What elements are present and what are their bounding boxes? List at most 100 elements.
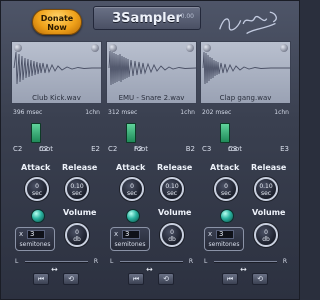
loop-button[interactable]: ⟲ — [158, 273, 174, 285]
release-unit: sec — [260, 190, 272, 197]
attack-label: Attack — [210, 163, 240, 172]
donate-label-line1: Donate — [40, 14, 74, 23]
root-key-slider[interactable] — [220, 123, 230, 143]
loop-icon: ⟲ — [257, 275, 263, 283]
pan-right-label: R — [93, 258, 98, 265]
waveform-display[interactable]: Clap gang.wav — [200, 41, 291, 104]
sample-channels: 1chn — [274, 109, 289, 116]
root-key-slider[interactable] — [31, 123, 41, 143]
semitones-input[interactable]: 3 — [216, 230, 234, 239]
release-knob[interactable]: 0.10 sec — [254, 177, 278, 201]
attack-value: 0 — [35, 183, 39, 190]
volume-unit: db — [262, 236, 270, 243]
semitones-control[interactable]: x 3 semitones — [204, 227, 244, 251]
pan-right-label: R — [188, 258, 193, 265]
loop-icon: ⟲ — [68, 275, 74, 283]
sample-channels: 1chn — [85, 109, 100, 116]
root-key-slider[interactable] — [126, 123, 136, 143]
key-high: E2 — [91, 145, 100, 153]
release-label: Release — [157, 163, 193, 172]
waveform-display[interactable]: EMU - Snare 2.wav — [106, 41, 197, 104]
semitones-control[interactable]: x 3 semitones — [110, 227, 150, 251]
attack-label: Attack — [21, 163, 51, 172]
waveform-graphic — [108, 50, 197, 86]
semitones-prefix: x — [114, 230, 119, 238]
prev-button[interactable]: ⏮ — [33, 273, 49, 285]
key-range — [200, 121, 291, 145]
volume-knob[interactable]: 0 db — [254, 223, 278, 247]
semitones-control[interactable]: x 3 semitones — [15, 227, 55, 251]
release-value: 0.10 — [259, 183, 273, 190]
attack-unit: sec — [220, 190, 232, 197]
transport-buttons: ⏮ ⟲ — [200, 273, 291, 287]
pan-left-label: L — [15, 258, 19, 265]
pan-left-label: L — [110, 258, 114, 265]
channel-2: EMU - Snare 2.wav 312 msec 1chn C2 root … — [106, 41, 197, 299]
release-label: Release — [251, 163, 287, 172]
key-range — [106, 121, 197, 145]
semitones-label: semitones — [114, 241, 146, 248]
pan-track[interactable] — [214, 261, 277, 263]
key-labels: C3 root C3 E3 — [200, 145, 291, 155]
root-note: F2 — [134, 145, 143, 153]
attack-label: Attack — [116, 163, 146, 172]
release-unit: sec — [71, 190, 83, 197]
attack-knob[interactable]: 0 sec — [214, 177, 238, 201]
semitones-prefix: x — [208, 230, 213, 238]
key-high: E3 — [280, 145, 289, 153]
key-high: B2 — [185, 145, 195, 153]
prev-button[interactable]: ⏮ — [222, 273, 238, 285]
donate-label-line2: Now — [47, 23, 67, 32]
key-labels: C2 root F2 B2 — [106, 145, 197, 155]
attack-unit: sec — [31, 190, 43, 197]
attack-value: 0 — [130, 183, 134, 190]
pan-slider[interactable]: L R ↔ — [11, 255, 102, 274]
semitones-label: semitones — [208, 241, 240, 248]
sample-length: 312 msec — [108, 109, 138, 116]
volume-knob[interactable]: 0 db — [160, 223, 184, 247]
volume-knob[interactable]: 0 db — [65, 223, 89, 247]
sample-info: 312 msec 1chn — [106, 107, 197, 119]
pan-track[interactable] — [25, 261, 88, 263]
loop-button[interactable]: ⟲ — [252, 273, 268, 285]
gem-button[interactable] — [220, 209, 234, 223]
semitones-input[interactable]: 3 — [122, 230, 140, 239]
attack-knob[interactable]: 0 sec — [120, 177, 144, 201]
pan-right-label: R — [282, 258, 287, 265]
key-range — [11, 121, 102, 145]
waveform-graphic — [202, 51, 290, 85]
release-knob[interactable]: 0.10 sec — [160, 177, 184, 201]
release-value: 0.10 — [165, 183, 179, 190]
gem-button[interactable] — [126, 209, 140, 223]
version-label: v0.00 — [177, 13, 194, 20]
volume-unit: db — [73, 236, 81, 243]
prev-button[interactable]: ⏮ — [128, 273, 144, 285]
plugin-window: Donate Now 3Sampler v0.00 Club Kick.wav … — [0, 0, 300, 300]
donate-button[interactable]: Donate Now — [32, 9, 82, 35]
release-label: Release — [62, 163, 98, 172]
pan-slider[interactable]: L R ↔ — [106, 255, 197, 274]
sample-length: 202 msec — [202, 109, 232, 116]
pan-slider[interactable]: L R ↔ — [200, 255, 291, 274]
key-labels: C2 root C2 E2 — [11, 145, 102, 155]
gem-button[interactable] — [31, 209, 45, 223]
key-low: C3 — [202, 145, 212, 153]
volume-unit: db — [168, 236, 176, 243]
prev-icon: ⏮ — [226, 275, 234, 283]
attack-value: 0 — [224, 183, 228, 190]
attack-knob[interactable]: 0 sec — [25, 177, 49, 201]
pan-track[interactable] — [120, 261, 183, 263]
waveform-display[interactable]: Club Kick.wav — [11, 41, 102, 104]
sample-name: EMU - Snare 2.wav — [118, 94, 185, 102]
semitones-input[interactable]: 3 — [27, 230, 45, 239]
sample-info: 396 msec 1chn — [11, 107, 102, 119]
loop-button[interactable]: ⟲ — [63, 273, 79, 285]
release-knob[interactable]: 0.10 sec — [65, 177, 89, 201]
prev-icon: ⏮ — [132, 275, 140, 283]
volume-value: 0 — [75, 229, 79, 236]
channel-1: Club Kick.wav 396 msec 1chn C2 root C2 E… — [11, 41, 102, 299]
semitones-label: semitones — [19, 241, 51, 248]
sample-length: 396 msec — [13, 109, 43, 116]
sample-channels: 1chn — [180, 109, 195, 116]
pan-left-label: L — [204, 258, 208, 265]
